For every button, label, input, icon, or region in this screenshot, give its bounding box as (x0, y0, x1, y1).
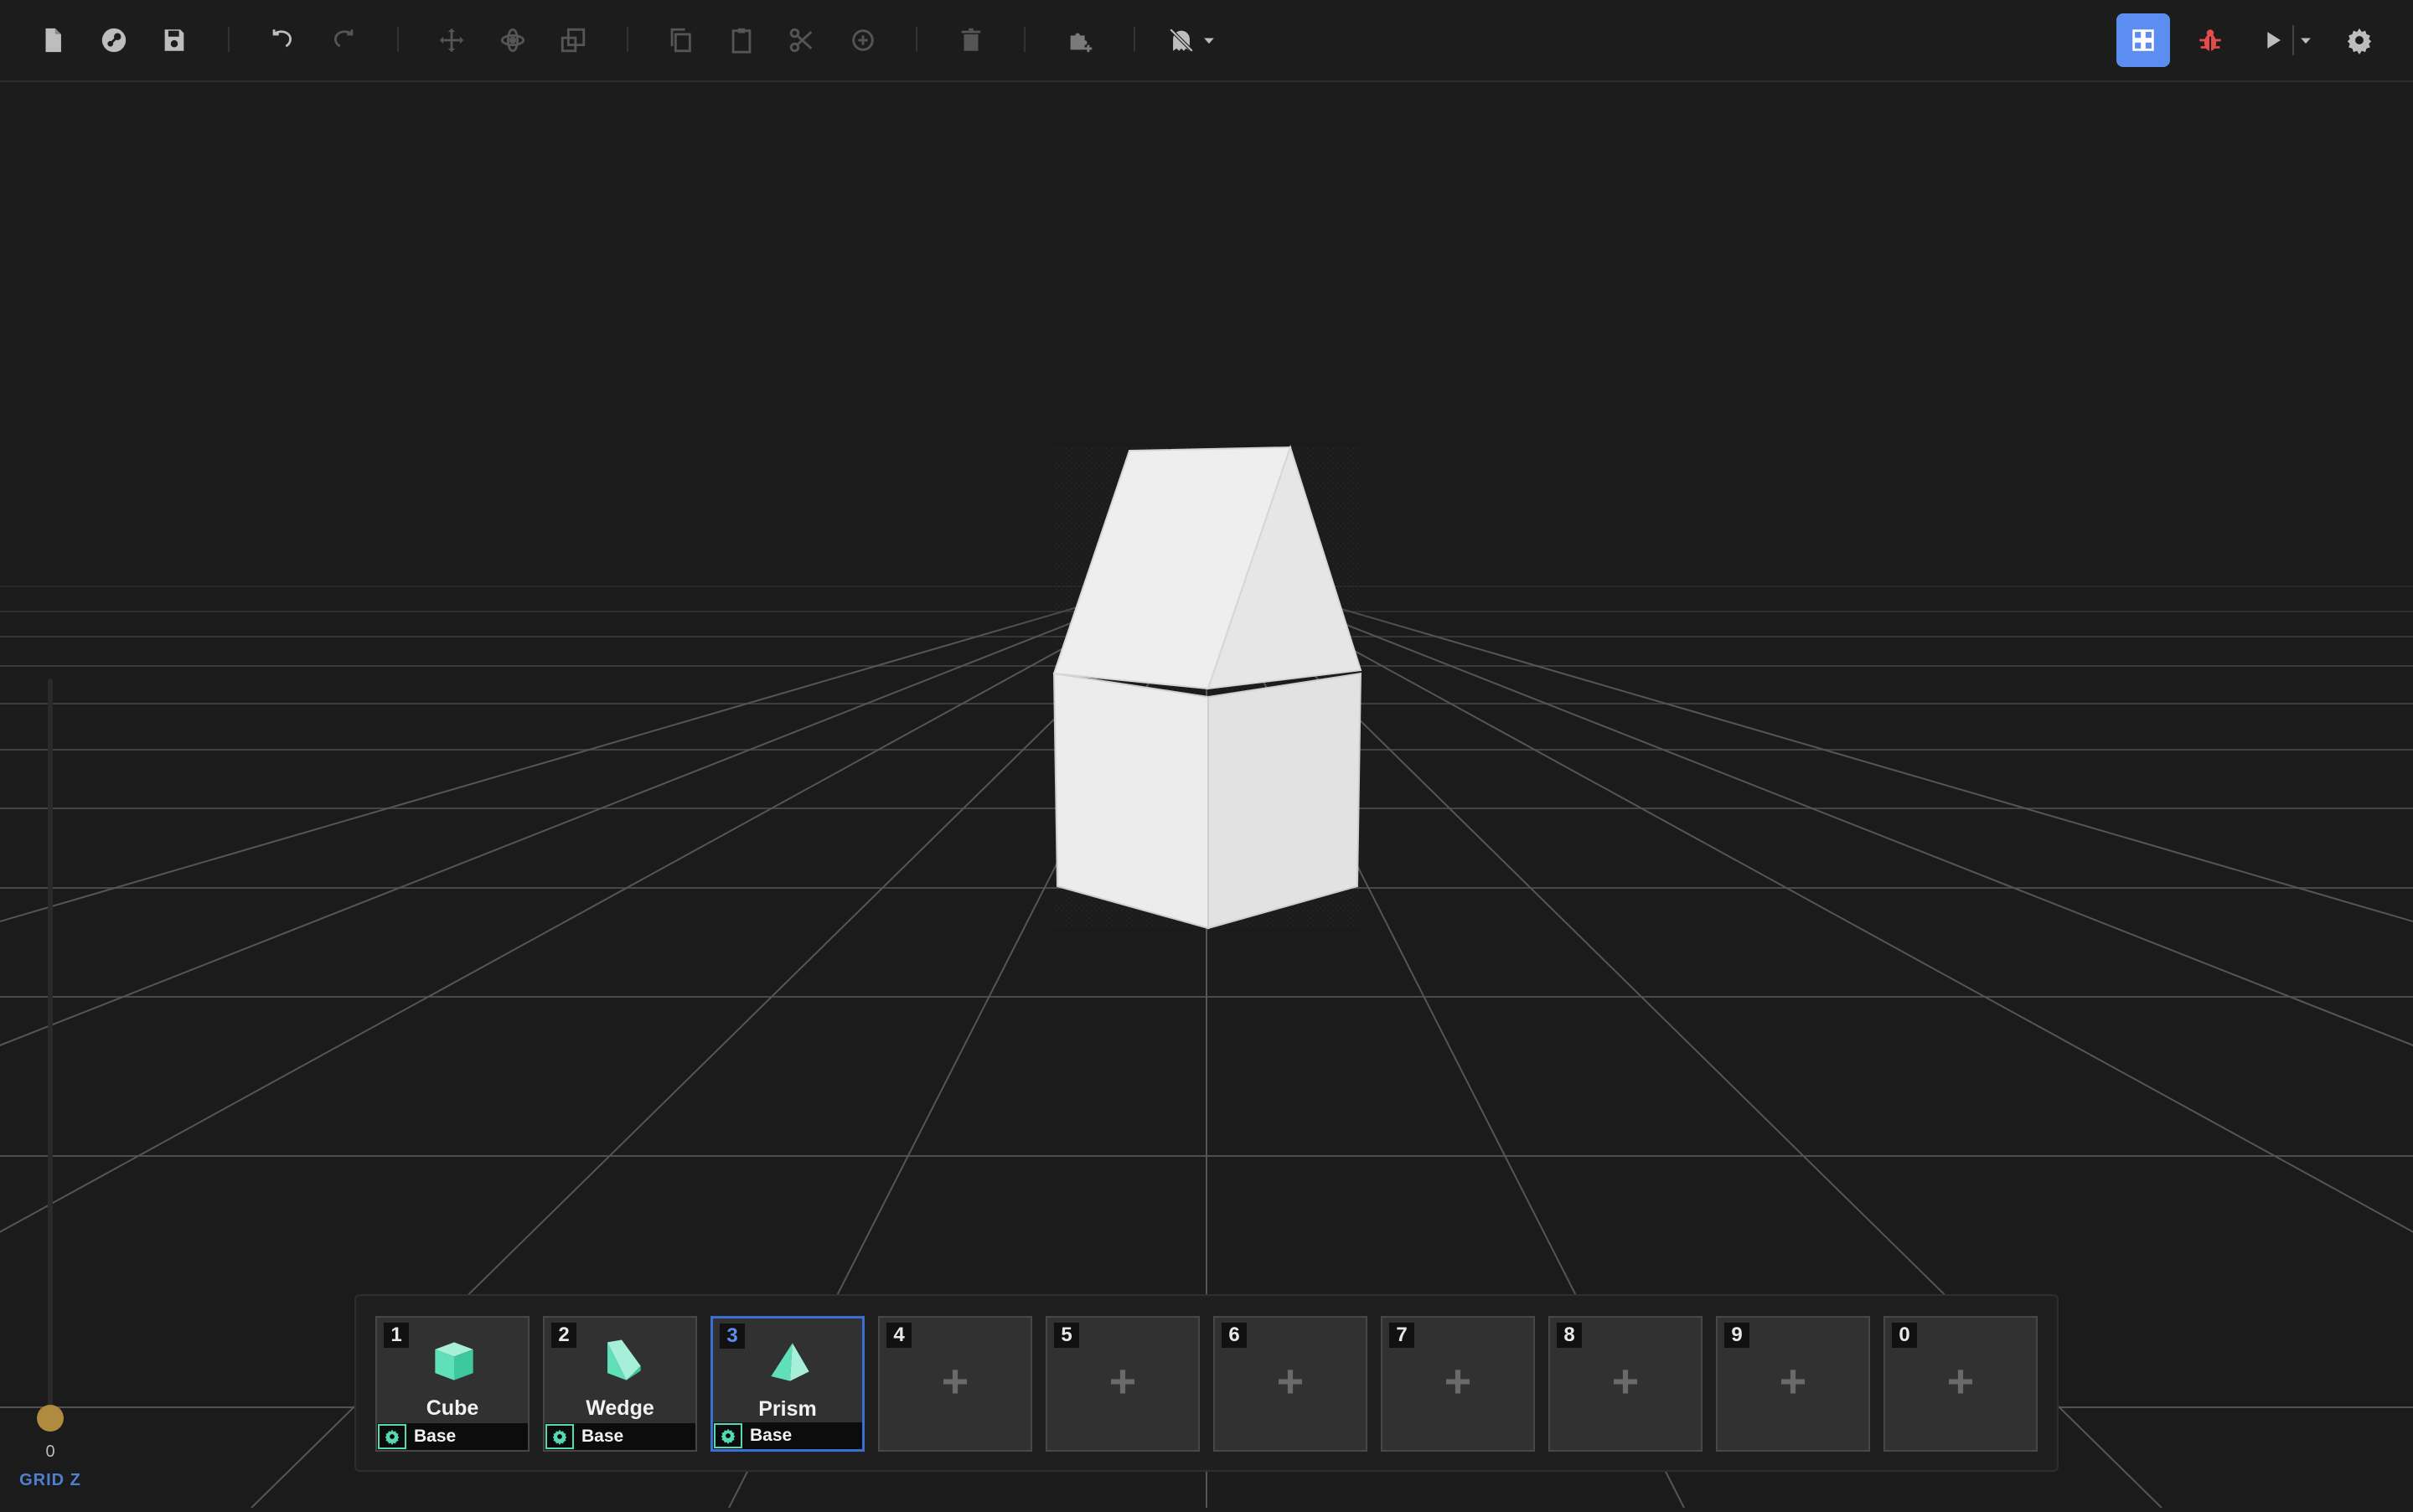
steam-icon[interactable] (92, 18, 136, 62)
chevron-down-icon[interactable] (1196, 18, 1222, 62)
copy-icon[interactable] (659, 18, 702, 62)
hotbar-slot-wedge[interactable]: 2 Wedge Base (543, 1316, 697, 1452)
slot-key-label: 1 (384, 1323, 409, 1348)
slot-footer: Base (377, 1423, 528, 1450)
slot-key-label: 0 (1892, 1323, 1917, 1348)
grid-z-slider-handle[interactable] (37, 1405, 64, 1432)
new-file-icon[interactable] (31, 18, 75, 62)
grid-z-value: 0 (45, 1442, 55, 1461)
save-icon[interactable] (152, 18, 196, 62)
add-icon: + (1779, 1355, 1807, 1407)
scale-icon[interactable] (551, 18, 595, 62)
hotbar-slot-empty[interactable]: 7 + (1381, 1316, 1535, 1452)
block-hotbar: 1 Cube Base 2 Wedge Base 3 Prism Base 4 … (354, 1294, 2059, 1472)
undo-icon[interactable] (261, 18, 304, 62)
hotbar-slot-empty[interactable]: 4 + (878, 1316, 1032, 1452)
grid-view-icon[interactable] (2116, 13, 2170, 67)
cube-icon (435, 1342, 473, 1380)
hotbar-slot-empty[interactable]: 5 + (1046, 1316, 1200, 1452)
move-icon[interactable] (430, 18, 473, 62)
grid-z-label: GRID Z (19, 1471, 81, 1489)
add-icon: + (941, 1355, 969, 1407)
delete-icon[interactable] (949, 18, 993, 62)
slot-key-label: 6 (1222, 1323, 1247, 1348)
prism-icon (771, 1343, 809, 1381)
slot-key-label: 2 (551, 1323, 576, 1348)
play-icon[interactable] (2250, 18, 2294, 62)
slot-footer: Base (545, 1423, 695, 1450)
slot-footer: Base (713, 1422, 862, 1449)
add-icon: + (1108, 1355, 1137, 1407)
grid-z-slider[interactable] (48, 679, 53, 1416)
bug-icon[interactable] (2188, 18, 2232, 62)
slot-key-label: 5 (1054, 1323, 1079, 1348)
slot-key-label: 9 (1724, 1323, 1749, 1348)
paste-icon[interactable] (720, 18, 763, 62)
slot-key-label: 3 (720, 1324, 745, 1349)
gear-icon[interactable] (714, 1423, 742, 1448)
slot-category: Base (414, 1427, 457, 1446)
add-icon: + (1946, 1355, 1975, 1407)
hotbar-slot-empty[interactable]: 6 + (1213, 1316, 1367, 1452)
gear-icon[interactable] (378, 1424, 406, 1449)
slot-key-label: 4 (886, 1323, 912, 1348)
top-toolbar (0, 0, 2413, 82)
settings-icon[interactable] (2338, 18, 2381, 62)
slot-key-label: 8 (1557, 1323, 1582, 1348)
3d-viewport[interactable] (0, 0, 2413, 1509)
house-object[interactable] (1052, 444, 1362, 930)
add-icon: + (1611, 1355, 1640, 1407)
slot-block-name: Wedge (586, 1396, 654, 1420)
hotbar-slot-empty[interactable]: 8 + (1548, 1316, 1703, 1452)
add-icon: + (1276, 1355, 1305, 1407)
slot-block-name: Prism (758, 1397, 817, 1421)
scene-canvas[interactable] (0, 0, 2413, 1509)
slot-key-label: 7 (1389, 1323, 1414, 1348)
hotbar-slot-prism[interactable]: 3 Prism Base (710, 1316, 865, 1452)
hotbar-slot-empty[interactable]: 9 + (1716, 1316, 1870, 1452)
slot-block-name: Cube (426, 1396, 479, 1420)
gear-icon[interactable] (545, 1424, 574, 1449)
add-icon: + (1444, 1355, 1472, 1407)
chevron-down-icon[interactable] (2293, 18, 2318, 62)
slot-category: Base (581, 1427, 624, 1446)
puzzle-add-icon[interactable] (1058, 18, 1102, 62)
rotate-icon[interactable] (491, 18, 535, 62)
hotbar-slot-cube[interactable]: 1 Cube Base (375, 1316, 530, 1452)
wedge-icon (607, 1339, 641, 1380)
hotbar-slot-empty[interactable]: 0 + (1883, 1316, 2038, 1452)
cut-icon[interactable] (780, 18, 824, 62)
redo-icon[interactable] (322, 18, 365, 62)
duplicate-icon[interactable] (841, 18, 885, 62)
slot-category: Base (750, 1426, 793, 1445)
